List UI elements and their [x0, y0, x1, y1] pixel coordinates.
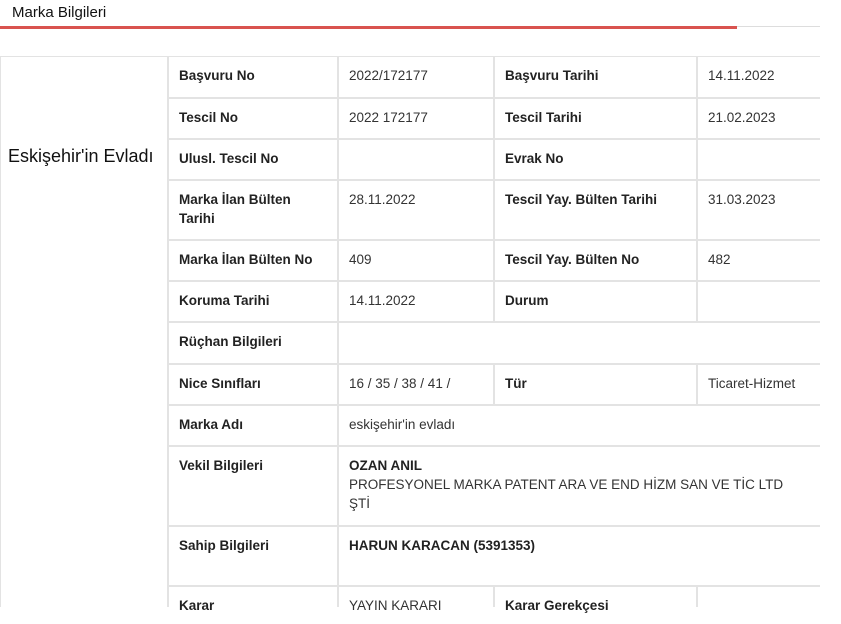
trademark-name-panel: Eskişehir'in Evladı: [1, 57, 167, 624]
application-no-label: Başvuru No: [169, 57, 337, 97]
decision-value: YAYIN KARARI: [339, 587, 493, 624]
decision-reason-value: [698, 587, 827, 624]
registration-bulletin-no-value: 482: [698, 241, 827, 280]
type-value: Ticaret-Hizmet: [698, 365, 827, 404]
bulletin-no-label: Marka İlan Bülten No: [169, 241, 337, 280]
application-no-value: 2022/172177: [339, 57, 493, 97]
registration-no-value: 2022 172177: [339, 99, 493, 138]
trademark-name-label: Marka Adı: [169, 406, 337, 445]
header-accent-bar: [0, 26, 737, 29]
decision-label: Karar: [169, 587, 337, 624]
registration-bulletin-date-label: Tescil Yay. Bülten Tarihi: [495, 181, 696, 239]
registration-date-value: 21.02.2023: [698, 99, 827, 138]
page: Marka Bilgileri Eskişehir'in Evladı Başv…: [0, 0, 841, 624]
section-title: Marka Bilgileri: [12, 4, 107, 21]
attorney-name: OZAN ANIL: [349, 458, 422, 473]
registration-bulletin-no-label: Tescil Yay. Bülten No: [495, 241, 696, 280]
decision-reason-label: Karar Gerekçesi: [495, 587, 696, 624]
nice-classes-label: Nice Sınıfları: [169, 365, 337, 404]
trademark-info-table: Eskişehir'in Evladı Başvuru No 2022/1721…: [0, 56, 827, 624]
trademark-name-value: eskişehir'in evladı: [339, 406, 827, 445]
registration-date-label: Tescil Tarihi: [495, 99, 696, 138]
intl-registration-no-value: [339, 140, 493, 179]
attorney-firm: PROFESYONEL MARKA PATENT ARA VE END HİZM…: [349, 477, 784, 511]
nice-classes-value: 16 / 35 / 38 / 41 /: [339, 365, 493, 404]
owner-info-label: Sahip Bilgileri: [169, 527, 337, 585]
owner-info-value: HARUN KARACAN (5391353): [339, 527, 827, 585]
bulletin-no-value: 409: [339, 241, 493, 280]
status-value: [698, 282, 827, 321]
attorney-info-value: OZAN ANIL PROFESYONEL MARKA PATENT ARA V…: [339, 447, 827, 525]
protection-date-value: 14.11.2022: [339, 282, 493, 321]
bulletin-date-value: 28.11.2022: [339, 181, 493, 239]
trademark-name-title: Eskişehir'in Evladı: [8, 146, 154, 166]
registration-bulletin-date-value: 31.03.2023: [698, 181, 827, 239]
registration-no-label: Tescil No: [169, 99, 337, 138]
priority-info-value: [339, 323, 827, 363]
section-header: Marka Bilgileri: [0, 0, 820, 30]
priority-info-label: Rüçhan Bilgileri: [169, 323, 337, 363]
type-label: Tür: [495, 365, 696, 404]
document-no-label: Evrak No: [495, 140, 696, 179]
bulletin-date-label: Marka İlan Bülten Tarihi: [169, 181, 337, 239]
status-label: Durum: [495, 282, 696, 321]
protection-date-label: Koruma Tarihi: [169, 282, 337, 321]
application-date-value: 14.11.2022: [698, 57, 827, 97]
attorney-info-label: Vekil Bilgileri: [169, 447, 337, 525]
application-date-label: Başvuru Tarihi: [495, 57, 696, 97]
document-no-value: [698, 140, 827, 179]
intl-registration-no-label: Ulusl. Tescil No: [169, 140, 337, 179]
